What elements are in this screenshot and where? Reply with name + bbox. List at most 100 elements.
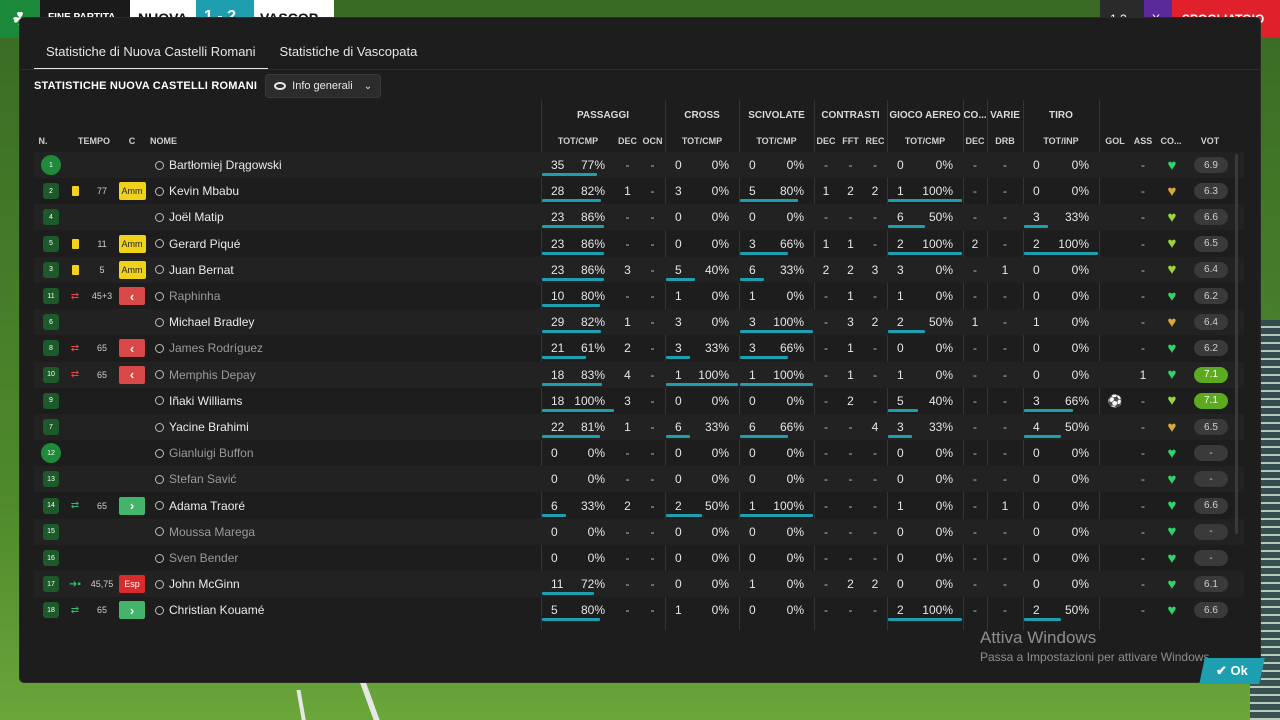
pass-dec-value: -	[625, 551, 630, 565]
player-name[interactable]: Juan Bernat	[169, 257, 549, 283]
shots-total: 0	[1033, 184, 1040, 199]
view-dropdown[interactable]: Info generali ⌄	[265, 74, 382, 98]
player-name[interactable]: Sven Bender	[169, 545, 549, 571]
player-name[interactable]: Christian Kouamé	[169, 597, 549, 623]
table-row[interactable]: 8 ⇄ 65 ‹ James Rodríguez 21 61% 3 33% 3 66% 0 0% 0 0% 2…	[34, 335, 1244, 361]
passes-stat: 18 100%	[541, 388, 615, 414]
aerial-total: 2	[897, 236, 904, 251]
col-vot[interactable]: VOT	[1190, 130, 1230, 152]
col-cross-totcmp[interactable]: TOT/CMP	[665, 130, 739, 152]
tackles-total: 1	[749, 498, 756, 513]
aerial-stat: 6 50%	[887, 204, 963, 230]
ok-button[interactable]: ✔ Ok	[1199, 658, 1265, 684]
table-row[interactable]: 6 Michael Bradley 29 82% 3 0% 3 100% 2 50% 1 0% 1- -3…	[34, 309, 1244, 336]
tackles-pct: 0%	[786, 289, 804, 303]
col-contr-rec[interactable]: REC	[863, 130, 887, 152]
crosses-pct: 50%	[704, 498, 729, 513]
player-name[interactable]: Stefan Savić	[169, 466, 549, 492]
table-row[interactable]: 16 Sven Bender 0 0% 0 0% 0 0% 0 0% 0 0% - - - - - - - - ♥ -	[34, 545, 1244, 571]
table-row[interactable]: 4 Joël Matip 23 86% 0 0% 0 0% 6 50% 3 33% - - - - - - - - ♥ 6…	[34, 204, 1244, 231]
tackles-pct: 0%	[786, 393, 804, 408]
col-pass-dec[interactable]: DEC	[615, 130, 640, 152]
player-name[interactable]: Gerard Piqué	[169, 231, 549, 257]
tab-home-stats[interactable]: Statistiche di Nuova Castelli Romani	[34, 38, 268, 70]
player-name[interactable]: John McGinn	[169, 571, 549, 597]
player-name[interactable]: Kevin Mbabu	[169, 178, 549, 204]
tackles-pct: 100%	[773, 498, 804, 513]
table-row[interactable]: 13 Stefan Savić 0 0% 0 0% 0 0% 0 0% 0 0% - - - - - - - - ♥ -	[34, 466, 1244, 493]
table-row[interactable]: 1 Bartłomiej Drągowski 35 77% 0 0% 0 0% 0 0% 0 0% - -…	[34, 152, 1244, 178]
table-row[interactable]: 12 Gianluigi Buffon 0 0% 0 0% 0 0% 0 0% 0 0% - - - - - - -…	[34, 440, 1244, 466]
shots-pct: 0%	[1071, 472, 1089, 487]
col-pass-ocn[interactable]: OCN	[640, 130, 665, 152]
dribbles-value: -	[1003, 289, 1007, 303]
shots-progress-bar	[1024, 251, 1098, 255]
table-row[interactable]: 18 ⇄ 65 › Christian Kouamé 5 80% 1 0% 0 0% 2 100% 2 50…	[34, 597, 1244, 623]
col-co-dec[interactable]: DEC	[963, 130, 987, 152]
passes-total: 22	[551, 420, 565, 434]
col-sciv-totcmp[interactable]: TOT/CMP	[739, 130, 814, 152]
player-name[interactable]: James Rodríguez	[169, 335, 549, 361]
player-name[interactable]: Gianluigi Buffon	[169, 440, 549, 466]
table-row[interactable]: 14 ⇄ 65 › Adama Traoré 6 33% 2 50% 1 100% 1 0% 0 0% 2 - -…	[34, 493, 1244, 519]
passes-progress-bar	[542, 618, 600, 622]
tackles-pct: 0%	[786, 472, 804, 487]
col-varie-drb[interactable]: DRB	[987, 130, 1023, 152]
col-c[interactable]: C	[126, 130, 138, 152]
player-name[interactable]: Moussa Marega	[169, 519, 549, 545]
col-nome[interactable]: NOME	[150, 130, 190, 152]
shirt-number-cell: 2	[40, 178, 62, 204]
pass-ocn-value: -	[650, 420, 655, 434]
table-row[interactable]: 2 77 Amm Kevin Mbabu 28 82% 3 0% 5 80% 1 100% 0 0% 1-1…	[34, 178, 1244, 204]
aerial-stat: 0 0%	[887, 571, 963, 597]
crosses-pct: 33%	[704, 420, 729, 434]
event-badge-cell	[118, 545, 146, 571]
player-name[interactable]: Iñaki Williams	[169, 388, 549, 414]
col-tempo[interactable]: TEMPO	[72, 130, 116, 152]
table-row[interactable]: 17 ➜▪ 45,75 Esp John McGinn 11 72% 0 0% 1 0% 0 0% 0 0%…	[34, 571, 1244, 598]
assists-value: -	[1141, 236, 1145, 251]
tackles-progress-bar	[740, 356, 788, 360]
tab-away-stats[interactable]: Statistiche di Vascopata	[268, 38, 430, 70]
table-row[interactable]: 3 5 Amm Juan Bernat 23 86% 5 40% 6 33% 3 0% 0 0% 3-2 2 3…	[34, 256, 1244, 283]
col-gol[interactable]: GOL	[1100, 130, 1130, 152]
shots-total: 3	[1033, 210, 1040, 225]
shirt-icon: 8	[43, 340, 59, 357]
aerial-pct: 50%	[928, 315, 953, 330]
assists-value: -	[1141, 184, 1145, 199]
table-row[interactable]: 10 ⇄ 65 ‹ Memphis Depay 18 83% 1 100% 1 100% 1 0% 0 0%…	[34, 361, 1244, 388]
player-name[interactable]: Joël Matip	[169, 204, 549, 230]
player-rating: 6.4	[1194, 261, 1228, 278]
table-row[interactable]: 15 Moussa Marega 0 0% 0 0% 0 0% 0 0% 0 0% - - - - - - - - ♥ -	[34, 518, 1244, 545]
shirt-icon: 16	[43, 550, 59, 566]
shirt-number-cell: 16	[40, 545, 62, 571]
avatar-cell	[152, 362, 166, 388]
col-ass[interactable]: ASS	[1130, 130, 1156, 152]
col-n[interactable]: N.	[34, 130, 52, 152]
event-cell	[68, 178, 82, 204]
player-name[interactable]: Adama Traoré	[169, 493, 549, 519]
player-name[interactable]: Bartłomiej Drągowski	[169, 152, 549, 178]
col-pass-totcmp[interactable]: TOT/CMP	[541, 130, 615, 152]
player-name[interactable]: Memphis Depay	[169, 362, 549, 388]
co-dec-value: -	[973, 524, 977, 539]
player-rating: 6.2	[1194, 288, 1228, 304]
assists-value: -	[1141, 393, 1145, 408]
table-row[interactable]: 5 11 Amm Gerard Piqué 23 86% 0 0% 3 66% 2 100% 2 100%…	[34, 231, 1244, 257]
table-row[interactable]: 7 Yacine Brahimi 22 81% 6 33% 6 66% 3 33% 4 50% 1 - - -…	[34, 414, 1244, 440]
pass-dec-value: 1	[624, 420, 631, 434]
table-scrollbar[interactable]	[1235, 154, 1238, 534]
col-contr-dec[interactable]: DEC	[814, 130, 838, 152]
table-row[interactable]: 11 ⇄ 45+3 ‹ Raphinha 10 80% 1 0% 1 0% 1 0% 0 0% - - - 1 - - -…	[34, 283, 1244, 309]
col-contr-fft[interactable]: FFT	[838, 130, 863, 152]
shirt-number-cell: 9	[40, 388, 62, 414]
player-name[interactable]: Michael Bradley	[169, 309, 549, 335]
player-name[interactable]: Raphinha	[169, 283, 549, 309]
player-name[interactable]: Yacine Brahimi	[169, 414, 549, 440]
col-condition[interactable]: CO...	[1156, 130, 1186, 152]
col-aereo-totcmp[interactable]: TOT/CMP	[887, 130, 963, 152]
passes-stat: 10 80%	[541, 283, 615, 309]
table-row[interactable]: 9 Iñaki Williams 18 100% 0 0% 0 0% 5 40% 3 66% 3 - - 2 -…	[34, 388, 1244, 414]
crosses-total: 0	[675, 210, 682, 225]
col-tiro-totinp[interactable]: TOT/INP	[1023, 130, 1099, 152]
